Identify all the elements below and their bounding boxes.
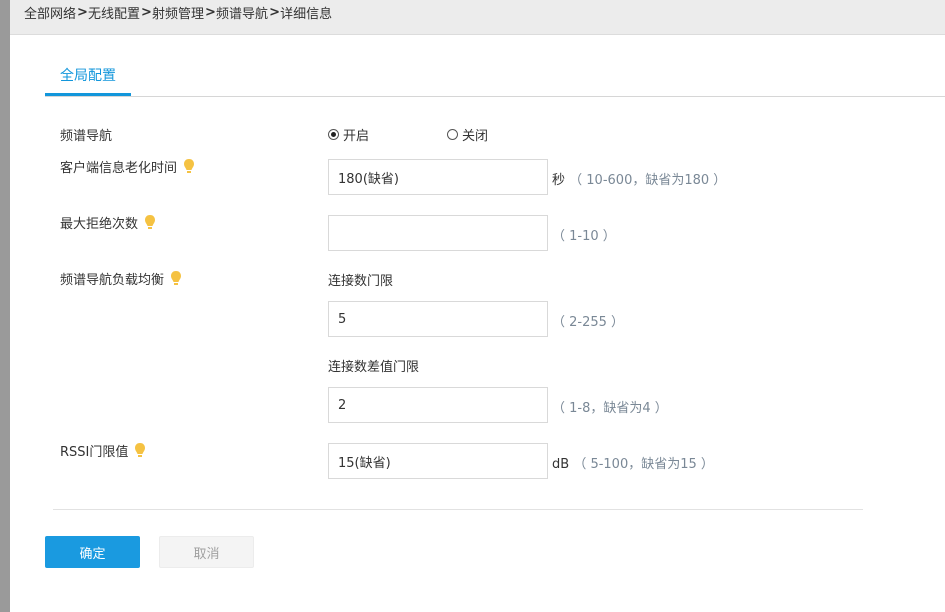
lightbulb-icon[interactable] (183, 158, 195, 176)
lightbulb-icon[interactable] (134, 442, 146, 460)
breadcrumb-item-spectrum-nav[interactable]: 频谱导航 (216, 3, 268, 22)
max-reject-input[interactable] (328, 215, 548, 251)
rssi-hint: dB （ 5-100，缺省为15 ） (552, 453, 714, 472)
load-balance-label-text: 频谱导航负载均衡 (60, 273, 165, 288)
breadcrumb-item-wireless-config[interactable]: 无线配置 (88, 3, 140, 22)
chevron-right-icon: > (269, 4, 280, 20)
rssi-input[interactable] (328, 443, 548, 479)
conn-diff-limit-input[interactable] (328, 387, 548, 423)
tab-bar: 全局配置 (45, 56, 945, 97)
left-edge-strip (0, 0, 10, 612)
lightbulb-icon[interactable] (170, 270, 182, 288)
conn-limit-input[interactable] (328, 301, 548, 337)
spectrum-nav-enable-label: 开启 (343, 129, 370, 144)
client-aging-hint: 秒 （ 10-600，缺省为180 ） (552, 169, 726, 188)
spectrum-nav-disable-radio[interactable]: 关闭 (447, 125, 488, 144)
spectrum-nav-disable-label: 关闭 (462, 129, 489, 144)
rssi-unit: dB (552, 457, 570, 472)
breadcrumb-item-all-network[interactable]: 全部网络 (24, 3, 76, 22)
breadcrumb: 全部网络 > 无线配置 > 射频管理 > 频谱导航 > 详细信息 (24, 2, 332, 22)
radio-checked-icon[interactable] (328, 129, 339, 140)
client-aging-range: （ 10-600，缺省为180 ） (569, 173, 727, 188)
conn-diff-limit-hint: （ 1-8，缺省为4 ） (552, 397, 668, 416)
breadcrumb-bar: 全部网络 > 无线配置 > 射频管理 > 频谱导航 > 详细信息 (10, 0, 945, 35)
conn-diff-limit-label: 连接数差值门限 (328, 360, 420, 375)
max-reject-label-text: 最大拒绝次数 (60, 217, 139, 232)
client-aging-unit: 秒 (552, 173, 566, 188)
chevron-right-icon: > (141, 4, 152, 20)
chevron-right-icon: > (205, 4, 216, 20)
lightbulb-icon[interactable] (144, 214, 156, 232)
confirm-button[interactable]: 确定 (45, 536, 140, 568)
rssi-range: （ 5-100，缺省为15 ） (573, 457, 714, 472)
spectrum-nav-label: 频谱导航 (60, 125, 112, 144)
conn-diff-limit-range: （ 1-8，缺省为4 ） (552, 401, 668, 416)
chevron-right-icon: > (77, 4, 88, 20)
conn-limit-label: 连接数门限 (328, 274, 394, 289)
conn-limit-hint: （ 2-255 ） (552, 311, 624, 330)
max-reject-label: 最大拒绝次数 (60, 213, 156, 232)
breadcrumb-item-details: 详细信息 (280, 6, 333, 22)
breadcrumb-item-rf-management[interactable]: 射频管理 (152, 3, 204, 22)
client-aging-input[interactable] (328, 159, 548, 195)
client-aging-label: 客户端信息老化时间 (60, 157, 195, 176)
radio-unchecked-icon[interactable] (447, 129, 458, 140)
rssi-label-text: RSSI门限值 (60, 445, 129, 460)
client-aging-label-text: 客户端信息老化时间 (60, 161, 178, 176)
spectrum-nav-label-text: 频谱导航 (60, 129, 113, 144)
rssi-label: RSSI门限值 (60, 441, 146, 460)
tab-global-config[interactable]: 全局配置 (45, 56, 131, 96)
spectrum-nav-enable-radio[interactable]: 开启 (328, 125, 369, 144)
cancel-button[interactable]: 取消 (159, 536, 254, 568)
max-reject-hint: （ 1-10 ） (552, 225, 616, 244)
load-balance-label: 频谱导航负载均衡 (60, 269, 182, 288)
max-reject-range: （ 1-10 ） (552, 229, 616, 244)
form-divider (53, 509, 863, 510)
conn-limit-range: （ 2-255 ） (552, 315, 625, 330)
